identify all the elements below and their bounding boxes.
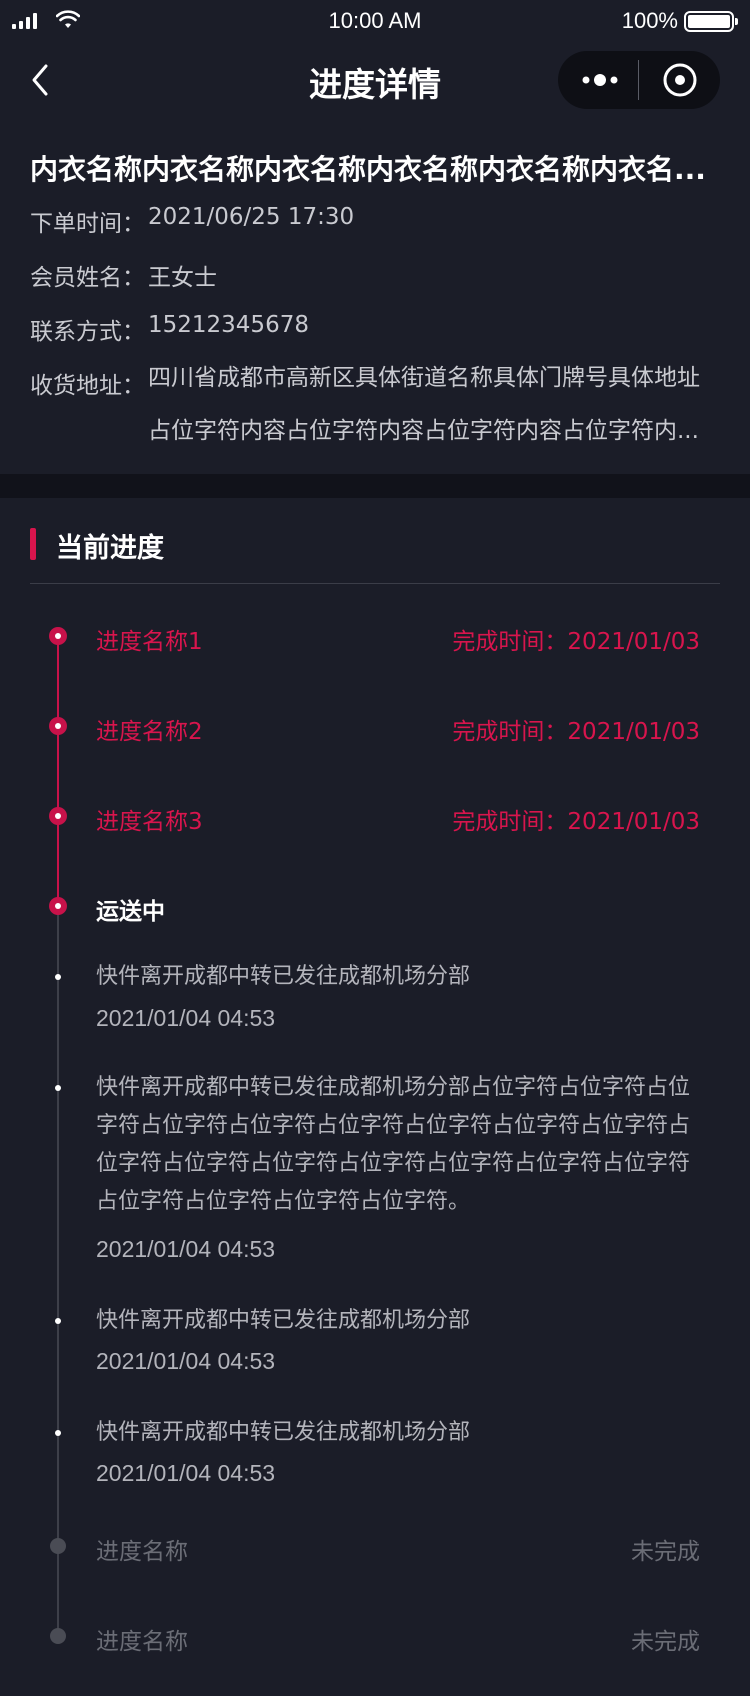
close-mini-program-icon[interactable] — [662, 62, 698, 98]
log-text: 快件离开成都中转已发往成都机场分部 — [96, 1420, 471, 1445]
order-time-row: 下单时间： 2021/06/25 17:30 — [30, 204, 730, 238]
log-dot — [55, 1085, 61, 1091]
current-step-name: 运送中 — [96, 899, 165, 925]
section-accent-bar — [30, 528, 36, 560]
product-name: 内衣名称内衣名称内衣名称内衣名称内衣名称内衣名... — [30, 153, 706, 186]
timeline-line-pending — [57, 906, 59, 1636]
step-complete-time: 完成时间：2021/01/03 — [452, 809, 700, 835]
member-name-label: 会员姓名： — [30, 265, 145, 291]
more-icon[interactable] — [580, 65, 620, 95]
step-name: 进度名称3 — [96, 809, 203, 835]
log-time: 2021/01/04 04:53 — [96, 1460, 276, 1486]
contact-value: 15212345678 — [148, 312, 309, 338]
log-time: 2021/01/04 04:53 — [96, 1236, 276, 1262]
mini-program-capsule — [558, 51, 720, 109]
member-name-row: 会员姓名： 王女士 — [30, 258, 730, 292]
address-row: 收货地址： 四川省成都市高新区具体街道名称具体门牌号具体地址 占位字符内容占位字… — [30, 365, 730, 458]
contact-label: 联系方式： — [30, 319, 145, 345]
step-complete-time: 完成时间：2021/01/03 — [452, 629, 700, 655]
address-line-1: 四川省成都市高新区具体街道名称具体门牌号具体地址 — [148, 365, 700, 391]
member-name-value: 王女士 — [148, 265, 217, 291]
timeline-dot-pending — [50, 1628, 66, 1644]
log-time: 2021/01/04 04:53 — [96, 1348, 276, 1374]
pending-step-name: 进度名称 — [96, 1539, 188, 1565]
log-dot — [55, 974, 61, 980]
log-text: 快件离开成都中转已发往成都机场分部 — [96, 1308, 471, 1333]
section-separator — [0, 474, 750, 498]
pending-step-name: 进度名称 — [96, 1629, 188, 1655]
nav-bar: 进度详情 — [0, 44, 750, 116]
log-dot — [55, 1318, 61, 1324]
log-time: 2021/01/04 04:53 — [96, 1005, 276, 1031]
step-complete-time: 完成时间：2021/01/03 — [452, 719, 700, 745]
address-line-2: 占位字符内容占位字符内容占位字符内容占位字符内... — [148, 418, 699, 444]
step-name: 进度名称2 — [96, 719, 203, 745]
order-time-value: 2021/06/25 17:30 — [148, 204, 355, 230]
battery-icon — [684, 11, 738, 32]
timeline-dot-completed — [49, 627, 67, 645]
address-label: 收货地址： — [30, 373, 145, 399]
pending-step-status: 未完成 — [631, 1539, 700, 1565]
timeline-dot-pending — [50, 1538, 66, 1554]
step-name: 进度名称1 — [96, 629, 203, 655]
capsule-divider — [638, 60, 639, 100]
log-dot — [55, 1430, 61, 1436]
order-time-label: 下单时间： — [30, 211, 145, 237]
address-value: 四川省成都市高新区具体街道名称具体门牌号具体地址 占位字符内容占位字符内容占位字… — [148, 352, 730, 458]
pending-step-status: 未完成 — [631, 1629, 700, 1655]
timeline-dot-completed — [49, 807, 67, 825]
progress-section-header: 当前进度 — [30, 522, 720, 584]
order-info-card: 内衣名称内衣名称内衣名称内衣名称内衣名称内衣名... 下单时间： 2021/06… — [0, 116, 750, 474]
battery-percent: 100% — [621, 8, 678, 33]
log-text: 快件离开成都中转已发往成都机场分部 — [96, 964, 471, 989]
timeline-dot-current — [49, 897, 67, 915]
contact-row: 联系方式： 15212345678 — [30, 312, 730, 346]
timeline-dot-completed — [49, 717, 67, 735]
timeline-line-completed — [57, 636, 59, 906]
section-title: 当前进度 — [56, 533, 164, 564]
log-text: 快件离开成都中转已发往成都机场分部占位字符占位字符占位字符占位字符占位字符占位字… — [96, 1075, 691, 1214]
status-bar: 10:00 AM 100% — [0, 0, 750, 44]
